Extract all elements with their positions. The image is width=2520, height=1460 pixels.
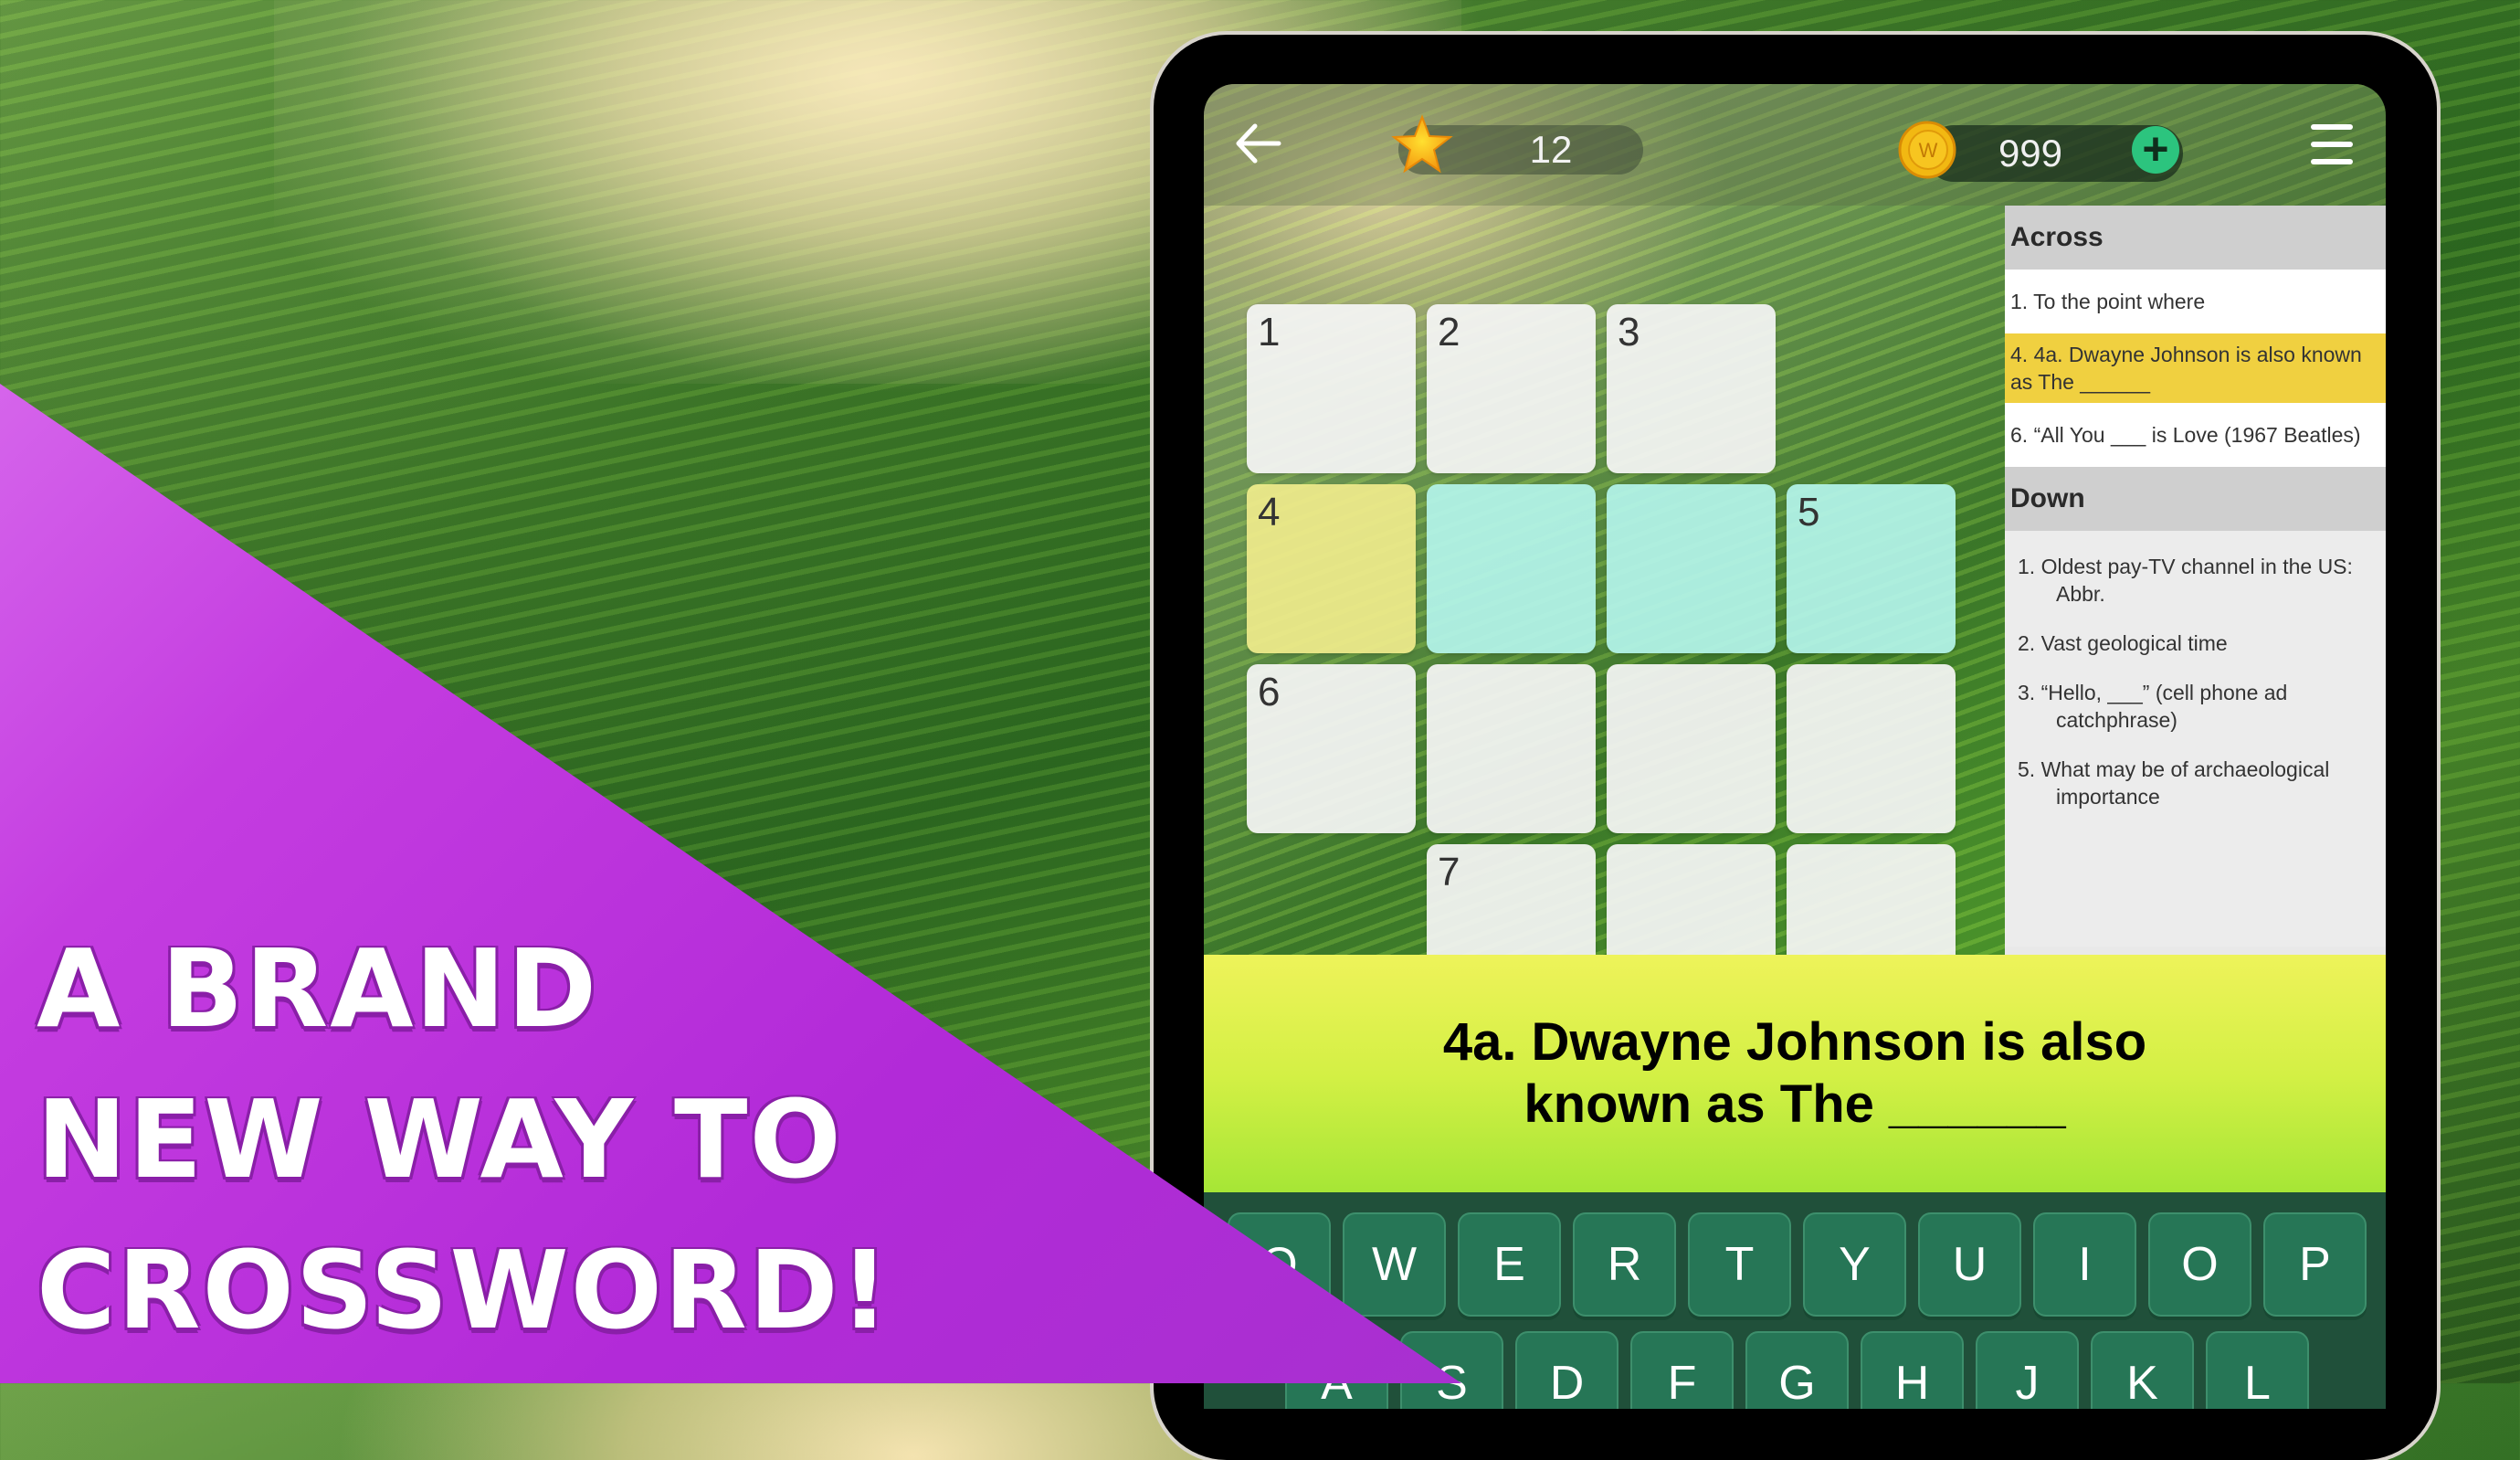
arrow-left-icon (1236, 123, 1281, 164)
cell-number: 6 (1258, 670, 1281, 714)
clue-number: 3. (2018, 681, 2036, 704)
menu-button[interactable] (2311, 124, 2353, 168)
cell-number: 3 (1618, 310, 1640, 354)
grid-cell[interactable]: 1 (1247, 304, 1416, 473)
key-u[interactable]: U (1918, 1212, 2021, 1317)
grid-cell[interactable]: 3 (1607, 304, 1776, 473)
coin-icon: W (1898, 121, 1956, 179)
key-o[interactable]: O (2148, 1212, 2251, 1317)
coins-count: 999 (1998, 132, 2063, 175)
cell-number: 7 (1438, 850, 1460, 894)
key-r[interactable]: R (1573, 1212, 1676, 1317)
clue-text: Oldest pay-TV channel in the US: (2040, 555, 2353, 578)
grid-cell[interactable] (1427, 664, 1596, 833)
across-clue-item[interactable]: 4. 4a. Dwayne Johnson is also known as T… (2005, 333, 2386, 403)
current-clue-line: known as The ______ (1524, 1074, 2066, 1134)
add-coins-button[interactable]: + (2132, 126, 2179, 174)
down-clue-item[interactable]: 1. Oldest pay-TV channel in the US: Abbr. (2005, 542, 2386, 619)
plus-icon: + (2142, 123, 2169, 175)
current-clue-banner: 4a. Dwayne Johnson is also known as The … (1204, 955, 2386, 1192)
current-clue-line: 4a. Dwayne Johnson is also (1442, 1012, 2147, 1072)
grid-cell[interactable]: 5 (1787, 484, 1956, 653)
grid-cell[interactable] (1787, 664, 1956, 833)
clue-number: 2. (2018, 631, 2036, 655)
hamburger-menu-icon (2311, 124, 2353, 130)
clue-text: What may be of archaeological (2040, 757, 2330, 781)
cell-number: 5 (1798, 490, 1820, 534)
key-j[interactable]: J (1976, 1331, 2079, 1409)
down-clue-list: 1. Oldest pay-TV channel in the US: Abbr.… (2005, 531, 2386, 947)
key-f[interactable]: F (1630, 1331, 1734, 1409)
svg-text:W: W (1919, 139, 1938, 162)
stars-count: 12 (1529, 128, 1573, 171)
across-header: Across (2005, 206, 2386, 270)
across-clue-item[interactable]: 6. “All You ___ is Love (1967 Beatles) (2005, 403, 2386, 467)
cell-number: 4 (1258, 490, 1281, 534)
key-t[interactable]: T (1688, 1212, 1791, 1317)
current-clue-text: 4a. Dwayne Johnson is also known as The … (1204, 1011, 2386, 1136)
key-w[interactable]: W (1343, 1212, 1446, 1317)
promo-line: CROSSWORD! (37, 1227, 891, 1353)
key-y[interactable]: Y (1803, 1212, 1906, 1317)
promo-line: A BRAND (37, 926, 599, 1052)
clue-number: 1. (2018, 555, 2036, 578)
key-d[interactable]: D (1515, 1331, 1618, 1409)
top-bar: 12 W 999 + (1204, 84, 2386, 206)
clue-text: “Hello, ___” (cell phone ad (2040, 681, 2288, 704)
promo-headline: A BRAND NEW WAY TO CROSSWORD! (37, 914, 891, 1366)
clue-text-continued: Abbr. (2056, 582, 2105, 606)
grid-cell[interactable] (1607, 484, 1776, 653)
down-clue-item[interactable]: 5. What may be of archaeological importan… (2005, 745, 2386, 821)
key-k[interactable]: K (2091, 1331, 2194, 1409)
clue-number: 5. (2018, 757, 2036, 781)
cell-number: 1 (1258, 310, 1281, 354)
key-h[interactable]: H (1861, 1331, 1964, 1409)
menu-line (2311, 142, 2353, 147)
grid-cell[interactable] (1607, 664, 1776, 833)
clues-panel: Across 1. To the point where 4. 4a. Dwayn… (2005, 206, 2386, 1039)
key-e[interactable]: E (1458, 1212, 1561, 1317)
grid-cell[interactable]: 4 (1247, 484, 1416, 653)
clue-text-continued: catchphrase) (2056, 708, 2177, 732)
menu-line (2311, 159, 2353, 164)
key-p[interactable]: P (2263, 1212, 2367, 1317)
star-icon (1391, 114, 1453, 174)
back-button[interactable] (1231, 119, 1286, 169)
grid-cell[interactable]: 6 (1247, 664, 1416, 833)
key-i[interactable]: I (2033, 1212, 2136, 1317)
down-clue-item[interactable]: 2. Vast geological time (2005, 619, 2386, 668)
key-g[interactable]: G (1745, 1331, 1849, 1409)
key-l[interactable]: L (2206, 1331, 2309, 1409)
down-clue-item[interactable]: 3. “Hello, ___” (cell phone ad catchphras… (2005, 668, 2386, 745)
promo-line: NEW WAY TO (37, 1076, 843, 1202)
across-clue-list: 1. To the point where 4. 4a. Dwayne Johns… (2005, 270, 2386, 467)
grid-cell[interactable] (1427, 484, 1596, 653)
clue-text: Vast geological time (2040, 631, 2228, 655)
grid-cell[interactable]: 2 (1427, 304, 1596, 473)
game-screen: 12 W 999 + 1234567 Across 1. To the poin… (1204, 84, 2386, 1409)
cell-number: 2 (1438, 310, 1460, 354)
across-clue-item[interactable]: 1. To the point where (2005, 270, 2386, 333)
down-header: Down (2005, 467, 2386, 531)
clue-text-continued: importance (2056, 785, 2160, 809)
